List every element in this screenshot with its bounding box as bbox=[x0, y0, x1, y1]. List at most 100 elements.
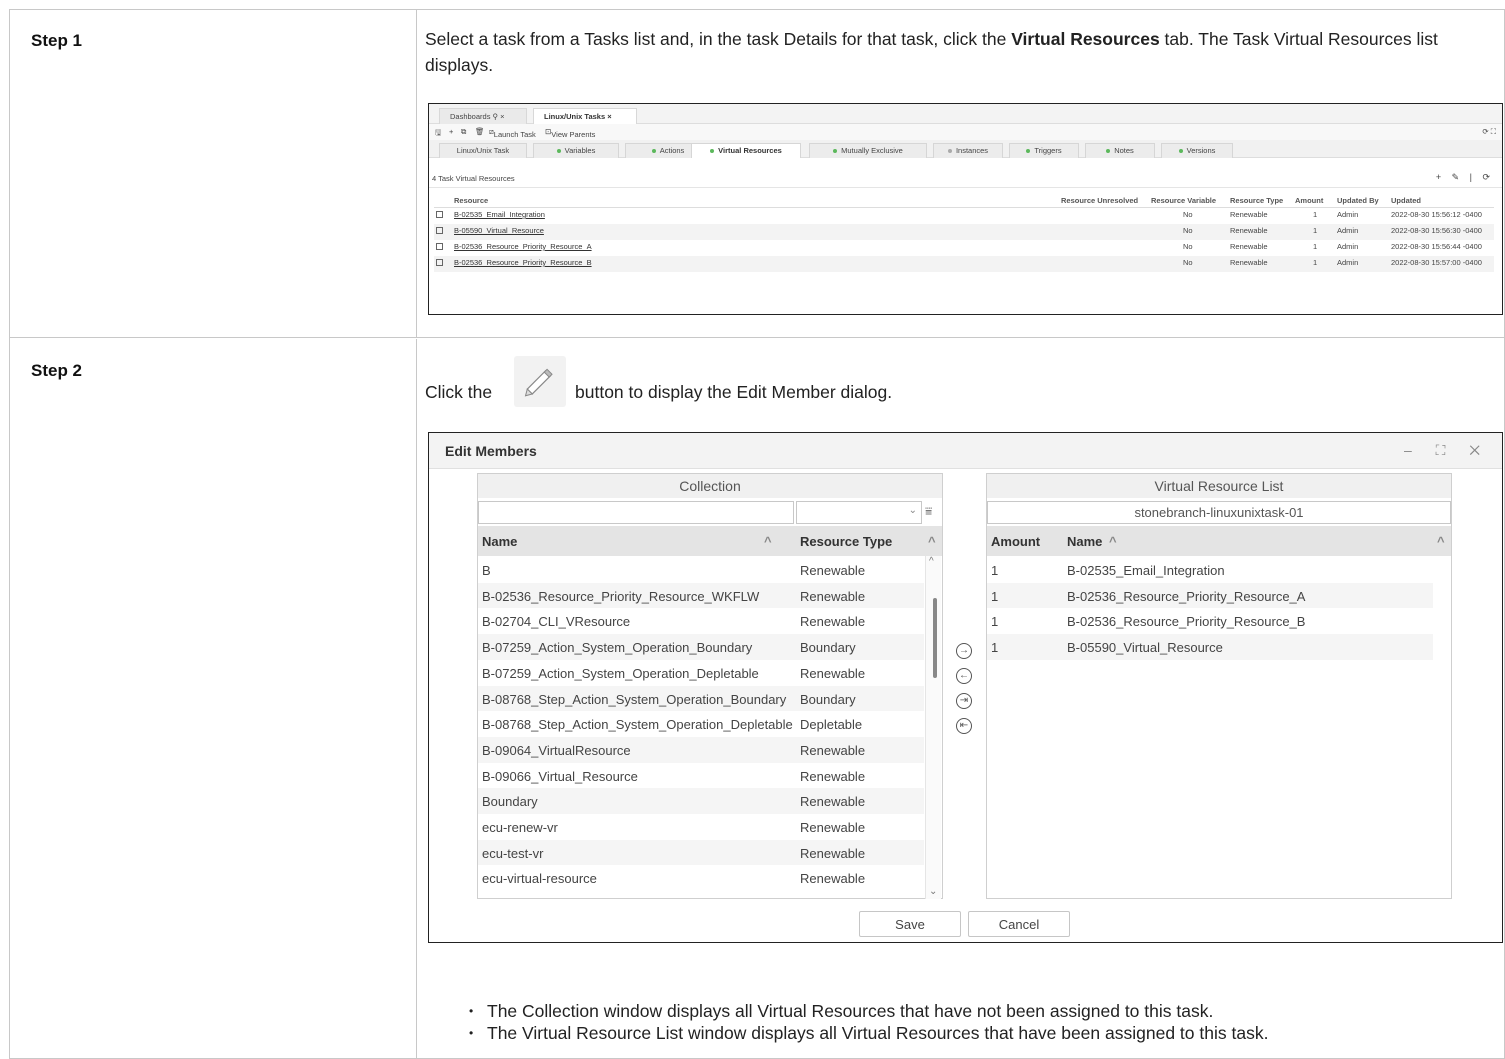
collection-row[interactable]: ecu-renew-vr Renewable bbox=[478, 814, 924, 840]
table-row[interactable]: B-02536_Resource_Priority_Resource_A No … bbox=[434, 240, 1494, 256]
list-item: The Collection window displays all Virtu… bbox=[469, 1000, 1268, 1022]
task-name-field: stonebranch-linuxunixtask-01 bbox=[987, 501, 1451, 524]
col-resource-unresolved[interactable]: Resource Unresolved bbox=[1061, 196, 1138, 205]
col-amount[interactable]: Amount bbox=[991, 534, 1040, 549]
scroll-down-icon[interactable]: ⌄ bbox=[929, 886, 937, 897]
grid-header-row: Resource Resource Unresolved Resource Va… bbox=[434, 194, 1494, 208]
vr-list-row[interactable]: 1 B-05590_Virtual_Resource bbox=[987, 634, 1433, 660]
collection-row[interactable]: B-09066_Virtual_Resource Renewable bbox=[478, 763, 924, 789]
move-all-right-icon[interactable]: ⇥ bbox=[956, 693, 972, 709]
col-updated-by[interactable]: Updated By bbox=[1337, 196, 1379, 205]
collection-row[interactable]: B-08768_Step_Action_System_Operation_Bou… bbox=[478, 685, 924, 712]
launch-task-label: Launch Task bbox=[493, 130, 536, 139]
tab-mutually-exclusive[interactable]: Mutually Exclusive bbox=[809, 143, 927, 158]
cell-variable: No bbox=[1183, 258, 1193, 267]
col-updated[interactable]: Updated bbox=[1391, 196, 1421, 205]
col-resource-variable[interactable]: Resource Variable bbox=[1151, 196, 1216, 205]
instruction-table: Step 1 Select a task from a Tasks list a… bbox=[9, 9, 1505, 1059]
resource-link[interactable]: B-05590_Virtual_Resource bbox=[454, 226, 544, 235]
edit-pencil-icon[interactable] bbox=[514, 356, 566, 407]
move-all-left-icon[interactable]: ⇤ bbox=[956, 718, 972, 734]
collection-row[interactable]: B-07259_Action_System_Operation_Depletab… bbox=[478, 660, 924, 686]
detail-tab-bar: Linux/Unix Task Variables Actions Virtua… bbox=[429, 140, 1502, 158]
collection-row[interactable]: ecu-virtual-resource Renewable bbox=[478, 865, 924, 891]
resource-link[interactable]: B-02536_Resource_Priority_Resource_A bbox=[454, 242, 592, 251]
resource-type: Renewable bbox=[800, 588, 866, 604]
col-resource[interactable]: Resource bbox=[454, 196, 488, 205]
col-amount[interactable]: Amount bbox=[1295, 196, 1323, 205]
view-parents-button[interactable]: ⊡ View Parents bbox=[545, 127, 595, 139]
collection-row[interactable]: B-08768_Step_Action_System_Operation_Dep… bbox=[478, 711, 924, 737]
collection-row[interactable]: Boundary Renewable bbox=[478, 788, 924, 814]
row-select-icon[interactable] bbox=[436, 259, 443, 266]
col-name[interactable]: Name bbox=[482, 534, 517, 549]
list-item: The Virtual Resource List window display… bbox=[469, 1022, 1268, 1044]
window-control-icons[interactable]: – ⛶ ✕ bbox=[1404, 442, 1490, 459]
window-tab-label: Linux/Unix Tasks bbox=[544, 112, 606, 121]
vr-list-row[interactable]: 1 B-02536_Resource_Priority_Resource_B bbox=[987, 608, 1433, 634]
table-row[interactable]: B-05590_Virtual_Resource No Renewable 1 … bbox=[434, 224, 1494, 240]
amount-value: 1 bbox=[991, 640, 999, 656]
collection-row[interactable]: B-09064_VirtualResource Renewable bbox=[478, 736, 924, 763]
view-parents-label: View Parents bbox=[551, 130, 596, 139]
add-icon[interactable]: + bbox=[449, 127, 453, 136]
tab-label: Actions bbox=[659, 146, 685, 155]
tab-variables[interactable]: Variables bbox=[533, 143, 619, 158]
collection-row[interactable]: B Renewable bbox=[478, 557, 924, 583]
cancel-button[interactable]: Cancel bbox=[968, 911, 1070, 937]
resource-link[interactable]: B-02535_Email_Integration bbox=[454, 210, 545, 219]
delete-icon[interactable]: 🗑 bbox=[475, 127, 485, 136]
tab-linux-unix-task[interactable]: Linux/Unix Task bbox=[439, 143, 527, 158]
row-select-icon[interactable] bbox=[436, 243, 443, 250]
table-row[interactable]: B-02536_Resource_Priority_Resource_B No … bbox=[434, 256, 1494, 272]
tab-virtual-resources[interactable]: Virtual Resources bbox=[691, 143, 801, 158]
status-dot-icon bbox=[947, 149, 952, 154]
row-select-icon[interactable] bbox=[436, 211, 443, 218]
vr-list-row[interactable]: 1 B-02535_Email_Integration bbox=[987, 557, 1433, 583]
move-left-icon[interactable]: ← bbox=[956, 668, 972, 684]
collection-scrollbar[interactable]: ^ ⌄ bbox=[925, 556, 941, 899]
resource-link[interactable]: B-02536_Resource_Priority_Resource_B bbox=[454, 258, 592, 267]
col-name[interactable]: Name bbox=[1067, 534, 1102, 549]
move-right-icon[interactable]: → bbox=[956, 643, 972, 659]
save-icon[interactable]: 🖫 bbox=[435, 127, 441, 140]
collection-row[interactable]: B-07259_Action_System_Operation_Boundary… bbox=[478, 634, 924, 660]
cell-variable: No bbox=[1183, 210, 1193, 219]
collection-row[interactable]: B-02704_CLI_VResource Renewable bbox=[478, 608, 924, 634]
launch-task-button[interactable]: ⧄ Launch Task bbox=[489, 127, 536, 139]
resource-type: Boundary bbox=[800, 691, 856, 707]
sort-icon[interactable]: ^ bbox=[1109, 534, 1117, 549]
copy-icon[interactable]: ⧉ bbox=[461, 127, 466, 137]
table-row[interactable]: B-02535_Email_Integration No Renewable 1… bbox=[434, 208, 1494, 224]
window-tab-dashboards[interactable]: Dashboards ⚲ × bbox=[439, 108, 527, 124]
tab-instances[interactable]: Instances bbox=[933, 143, 1003, 158]
window-tab-linux-unix-tasks[interactable]: Linux/Unix Tasks × bbox=[533, 108, 637, 124]
cell-updated: 2022-08-30 15:56:30 -0400 bbox=[1391, 226, 1482, 235]
col-resource-type[interactable]: Resource Type bbox=[800, 534, 892, 549]
tab-notes[interactable]: Notes bbox=[1085, 143, 1155, 158]
cell-amount: 1 bbox=[1313, 210, 1318, 219]
sort-icon[interactable]: ^ bbox=[928, 534, 936, 549]
resource-type-filter-select[interactable]: ⌄ bbox=[796, 501, 922, 524]
col-resource-type[interactable]: Resource Type bbox=[1230, 196, 1283, 205]
close-icon[interactable]: × bbox=[500, 112, 504, 121]
status-dot-icon bbox=[833, 149, 838, 154]
cell-type: Renewable bbox=[1230, 242, 1268, 251]
scroll-thumb[interactable] bbox=[933, 598, 937, 678]
collection-row[interactable]: ecu-test-vr Renewable bbox=[478, 839, 924, 866]
tab-triggers[interactable]: Triggers bbox=[1009, 143, 1079, 158]
row-select-icon[interactable] bbox=[436, 227, 443, 234]
filter-icon[interactable]: ⩸ bbox=[925, 504, 939, 522]
tab-versions[interactable]: Versions bbox=[1161, 143, 1233, 158]
resource-name: B-07259_Action_System_Operation_Boundary bbox=[482, 640, 753, 656]
collection-search-input[interactable] bbox=[478, 501, 794, 524]
scroll-up-icon[interactable]: ^ bbox=[929, 556, 934, 567]
collection-row[interactable]: B-02536_Resource_Priority_Resource_WKFLW… bbox=[478, 582, 924, 609]
sort-icon[interactable]: ^ bbox=[764, 534, 772, 549]
close-icon[interactable]: × bbox=[607, 112, 611, 121]
sort-icon[interactable]: ^ bbox=[1437, 534, 1445, 549]
vr-list-row[interactable]: 1 B-02536_Resource_Priority_Resource_A bbox=[987, 582, 1433, 609]
refresh-expand-icons[interactable]: ⟳ ⛶ bbox=[1482, 127, 1496, 137]
list-action-icons[interactable]: + ✎ | ⟳ bbox=[1436, 172, 1494, 183]
save-button[interactable]: Save bbox=[859, 911, 961, 937]
